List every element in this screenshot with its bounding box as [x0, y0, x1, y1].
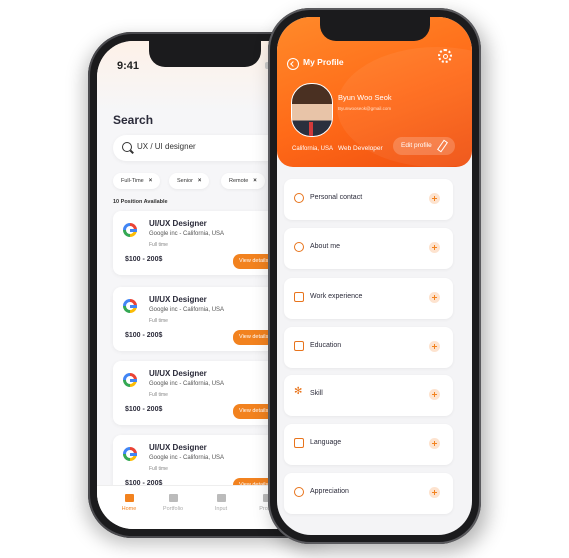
search-icon: [122, 142, 132, 152]
pencil-icon: [437, 139, 448, 153]
plus-icon[interactable]: [429, 438, 440, 449]
gear-icon[interactable]: [438, 49, 452, 63]
plus-icon[interactable]: [429, 193, 440, 204]
job-type: Full time: [149, 466, 168, 472]
close-icon[interactable]: ×: [198, 178, 202, 184]
user-email: Byunwooseok@gmail.com: [338, 106, 392, 111]
medal-icon: [294, 487, 304, 497]
filter-chip-remote[interactable]: Remote ×: [221, 173, 265, 189]
menu-item-skill[interactable]: ✻ Skill: [284, 375, 453, 416]
home-icon: [124, 494, 134, 502]
search-value: UX / UI designer: [137, 142, 196, 151]
menu-item-work-experience[interactable]: Work experience: [284, 278, 453, 319]
user-name: Byun Woo Seok: [338, 93, 392, 102]
job-salary: $100 - 200$: [125, 406, 163, 413]
google-logo-icon: [123, 373, 137, 387]
close-icon[interactable]: ×: [149, 178, 153, 184]
folder-icon: [168, 494, 178, 502]
nav-home[interactable]: Home: [109, 494, 149, 512]
skill-icon: ✻: [294, 386, 303, 397]
google-logo-icon: [123, 447, 137, 461]
job-company: Google inc - California, USA: [149, 455, 225, 461]
job-salary: $100 - 200$: [125, 332, 163, 339]
plus-icon[interactable]: [429, 389, 440, 400]
menu-item-language[interactable]: Language: [284, 424, 453, 465]
job-title: UI/UX Designer: [149, 443, 207, 452]
avatar: [291, 83, 333, 137]
job-type: Full time: [149, 318, 168, 324]
front-phone: My Profile Byun Woo Seok Byunwooseok@gma…: [268, 8, 481, 544]
filter-chip-fulltime[interactable]: Full-Time ×: [113, 173, 161, 189]
available-count: 10 Position Available: [113, 199, 168, 205]
google-logo-icon: [123, 223, 137, 237]
job-company: Google inc - California, USA: [149, 307, 225, 313]
language-icon: [294, 438, 304, 448]
close-icon[interactable]: ×: [253, 178, 257, 184]
user-icon: [294, 242, 304, 252]
menu-item-appreciation[interactable]: Appreciation: [284, 473, 453, 514]
page-title: Search: [113, 113, 154, 127]
job-company: Google inc - California, USA: [149, 231, 225, 237]
briefcase-icon: [294, 292, 304, 302]
job-type: Full time: [149, 392, 168, 398]
back-arrow-icon[interactable]: [287, 58, 299, 70]
nav-portfolio[interactable]: Portfolio: [153, 494, 193, 512]
job-type: Full time: [149, 242, 168, 248]
user-role: Web Developer: [338, 145, 383, 152]
job-title: UI/UX Designer: [149, 219, 207, 228]
menu-item-education[interactable]: Education: [284, 327, 453, 368]
edit-profile-button[interactable]: Edit profile: [393, 137, 455, 155]
plus-icon[interactable]: [429, 242, 440, 253]
job-salary: $100 - 200$: [125, 256, 163, 263]
job-title: UI/UX Designer: [149, 369, 207, 378]
page-title: My Profile: [303, 57, 344, 67]
input-icon: [216, 494, 226, 502]
profile-screen: My Profile Byun Woo Seok Byunwooseok@gma…: [277, 17, 472, 535]
status-time: 9:41: [117, 60, 140, 72]
education-icon: [294, 341, 304, 351]
edit-profile-label: Edit profile: [401, 142, 432, 149]
plus-icon[interactable]: [429, 487, 440, 498]
phone-notch: [320, 17, 430, 41]
phone-notch: [149, 41, 261, 67]
google-logo-icon: [123, 299, 137, 313]
plus-icon[interactable]: [429, 292, 440, 303]
job-title: UI/UX Designer: [149, 295, 207, 304]
nav-input[interactable]: Input: [201, 494, 241, 512]
menu-item-personal-contact[interactable]: Personal contact: [284, 179, 453, 220]
menu-item-about-me[interactable]: About me: [284, 228, 453, 269]
user-location: California, USA: [292, 146, 334, 152]
plus-icon[interactable]: [429, 341, 440, 352]
job-company: Google inc - California, USA: [149, 381, 225, 387]
person-icon: [294, 193, 304, 203]
filter-chip-senior[interactable]: Senior ×: [169, 173, 210, 189]
